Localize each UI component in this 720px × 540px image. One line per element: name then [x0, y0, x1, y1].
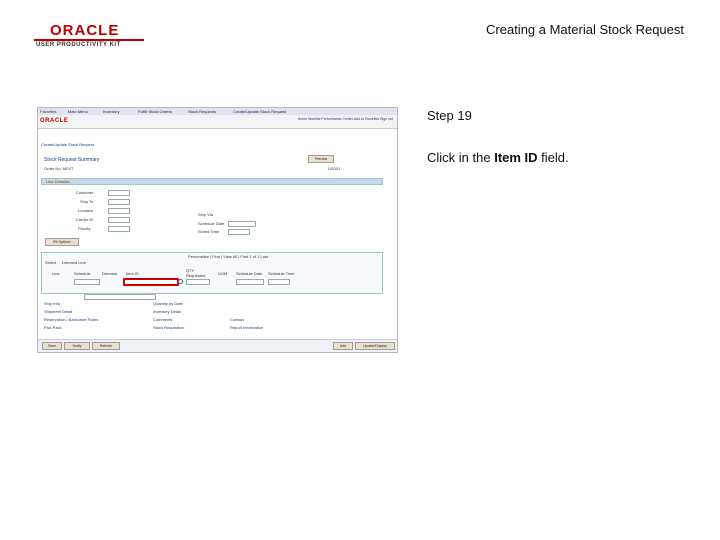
field-label: Carrier ID	[76, 217, 94, 222]
field-label: Priority	[78, 226, 91, 231]
row-schedule-time-input[interactable]	[268, 279, 290, 285]
document-title: Creating a Material Stock Request	[486, 22, 684, 37]
instruction-suffix: field.	[537, 150, 569, 165]
refresh-button[interactable]: Refresh	[92, 342, 120, 350]
carrier-input[interactable]	[108, 217, 130, 223]
lookup-icon[interactable]	[178, 279, 183, 284]
link[interactable]: Report Information	[230, 325, 263, 330]
field-label: Schedule Date	[198, 221, 225, 226]
col-header: Schedule Time	[268, 271, 295, 276]
schedule-input[interactable]	[74, 279, 100, 285]
schedule-time-input[interactable]	[228, 229, 250, 235]
ship-to-input[interactable]	[108, 199, 130, 205]
grid-navigation[interactable]: Personalize | Find | View All | First 1 …	[188, 254, 268, 259]
link[interactable]: Contact	[230, 317, 244, 322]
link[interactable]: Reservation / Backorder Rules	[44, 317, 98, 322]
breadcrumb: Favorites Main Menu Inventory Fulfill St…	[38, 108, 397, 115]
customer-input[interactable]	[108, 190, 130, 196]
col-header: Demand	[102, 271, 118, 276]
step-number: Step 19	[427, 108, 472, 123]
business-unit: US001	[328, 166, 341, 171]
step-instruction: Click in the Item ID field.	[427, 150, 569, 165]
tab-demand-line[interactable]: Demand Line	[62, 260, 86, 265]
oracle-logo-text: ORACLE	[50, 22, 120, 39]
logo-product-text: USER PRODUCTIVITY KIT	[36, 42, 121, 48]
breadcrumb-item[interactable]: Main Menu	[68, 109, 88, 114]
link[interactable]: Inventory Detail	[153, 309, 181, 314]
line-defaults-band	[41, 178, 383, 185]
notify-button[interactable]: Notify	[64, 342, 90, 350]
summary-title: Stock Request Summary	[44, 157, 100, 163]
breadcrumb-item[interactable]: Fulfill Stock Orders	[138, 109, 172, 114]
col-header: QTY Requested	[186, 268, 206, 278]
link[interactable]: Pick Pack	[44, 325, 62, 330]
oracle-upk-logo: ORACLE USER PRODUCTIVITY KIT	[34, 22, 154, 50]
app-brand: ORACLE	[40, 118, 69, 124]
col-header: Schedule	[74, 271, 91, 276]
item-id-field[interactable]	[123, 278, 179, 286]
field-label: Customer	[76, 190, 94, 195]
instruction-prefix: Click in the	[427, 150, 495, 165]
fill-options-button[interactable]: Fill Options	[45, 238, 79, 246]
update-display-button[interactable]: Update/Display	[355, 342, 395, 350]
instruction-field-name: Item ID	[494, 150, 538, 165]
header-links[interactable]: Home Worklist Performance Center Add to …	[298, 117, 393, 121]
preview-button[interactable]: Preview	[308, 155, 334, 163]
field-label: Ship Via	[198, 212, 213, 217]
order-number: Order No: NEXT	[44, 166, 74, 171]
col-header: Line	[52, 271, 60, 276]
link[interactable]: Ship Info	[44, 301, 60, 306]
qty-requested-input[interactable]	[186, 279, 210, 285]
link[interactable]: Stock Requisition	[153, 325, 184, 330]
page-heading: Create/Update Stock Request	[41, 142, 95, 147]
breadcrumb-item[interactable]: Stock Requests	[188, 109, 216, 114]
breadcrumb-item[interactable]: Create/Update Stock Request	[233, 109, 286, 114]
schedule-date-input[interactable]	[228, 221, 256, 227]
link[interactable]: Shipment Detail	[44, 309, 72, 314]
col-header: Schedule Date	[236, 271, 263, 276]
logo-divider	[34, 39, 144, 41]
row-schedule-date-input[interactable]	[236, 279, 264, 285]
save-button[interactable]: Save	[42, 342, 62, 350]
line-defaults-label[interactable]: Line Defaults	[46, 179, 69, 184]
field-label: Location	[78, 208, 94, 213]
application-screenshot: Favorites Main Menu Inventory Fulfill St…	[37, 107, 398, 353]
col-header: Item ID	[126, 271, 139, 276]
app-header: ORACLE Home Worklist Performance Center …	[38, 115, 397, 129]
breadcrumb-item[interactable]: Inventory	[103, 109, 119, 114]
tab-select[interactable]: Select	[45, 260, 56, 265]
add-button[interactable]: Add	[333, 342, 353, 350]
go-to-dropdown[interactable]	[84, 294, 156, 300]
link[interactable]: Quantity by Date	[153, 301, 183, 306]
field-label: Ship To	[80, 199, 94, 204]
location-input[interactable]	[108, 208, 130, 214]
field-label: Sched Time	[198, 229, 220, 234]
priority-input[interactable]	[108, 226, 130, 232]
link[interactable]: Comments	[153, 317, 172, 322]
breadcrumb-item[interactable]: Favorites	[40, 109, 56, 114]
col-header: UOM	[218, 271, 228, 276]
